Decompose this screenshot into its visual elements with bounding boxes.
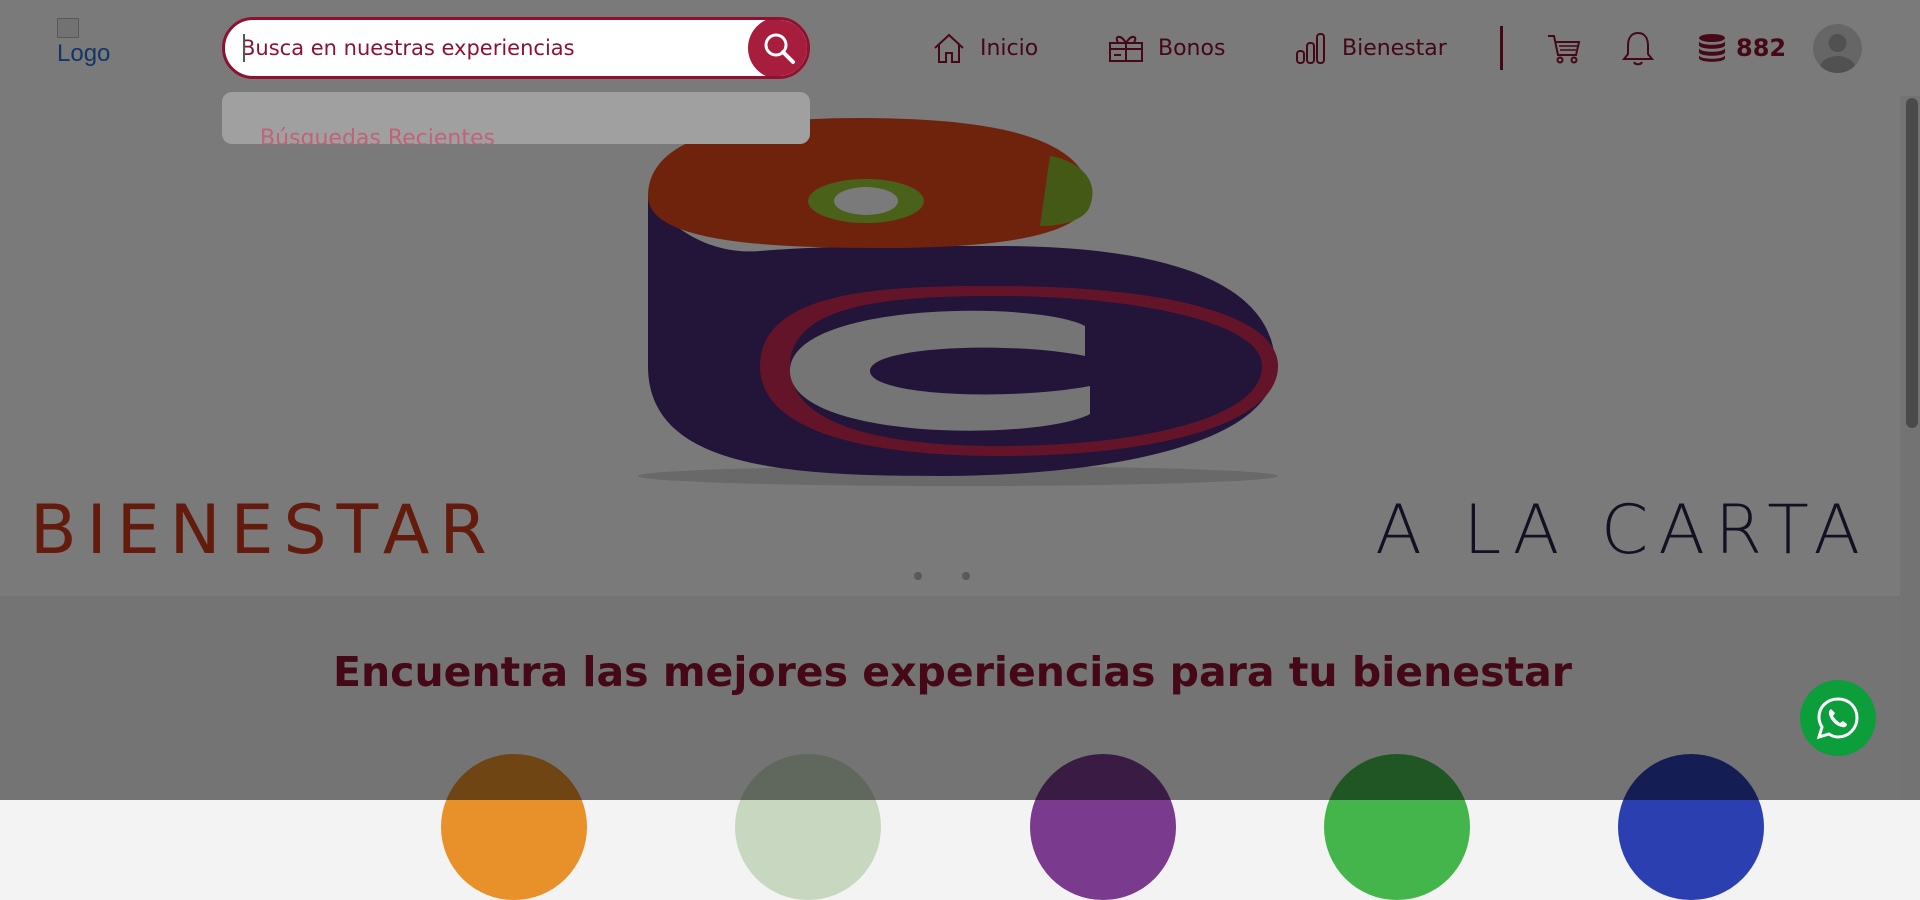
search-icon — [764, 33, 795, 64]
logo-alt-text: Logo — [57, 40, 111, 67]
cart-button[interactable] — [1544, 28, 1584, 68]
nav-inicio-label: Inicio — [980, 35, 1039, 61]
avatar-icon — [1819, 34, 1856, 73]
coins-balance[interactable]: 882 — [1696, 28, 1786, 68]
nav-inicio[interactable]: Inicio — [932, 28, 1038, 68]
bar-chart-icon — [1296, 33, 1325, 64]
recent-searches-title: Búsquedas Recientes — [260, 126, 495, 144]
nav-divider — [1500, 26, 1503, 70]
carousel-dots — [914, 572, 970, 580]
whatsapp-button[interactable] — [1800, 680, 1876, 756]
category-circle[interactable] — [1324, 754, 1470, 900]
search-input[interactable] — [241, 20, 741, 76]
hero-banner[interactable]: BIENESTAR A LA CARTA — [0, 96, 1900, 596]
category-circle[interactable] — [1618, 754, 1764, 900]
logo[interactable]: Logo — [57, 18, 137, 78]
coins-icon — [1699, 34, 1725, 62]
cart-icon — [1548, 35, 1581, 64]
home-icon — [934, 33, 964, 63]
wordmark-a-la-carta: A LA CARTA — [1375, 491, 1870, 570]
notifications-button[interactable] — [1618, 28, 1658, 68]
broken-image-icon — [57, 18, 79, 38]
scrollbar-thumb[interactable] — [1906, 98, 1918, 428]
brand-wordmark: BIENESTAR A LA CARTA — [30, 496, 1870, 566]
nav-bonos-label: Bonos — [1158, 35, 1226, 61]
search-box[interactable] — [222, 17, 810, 79]
whatsapp-icon — [1816, 697, 1859, 740]
nav-bienestar[interactable]: Bienestar — [1294, 28, 1447, 68]
bell-icon — [1621, 31, 1655, 66]
coins-value: 882 — [1736, 34, 1787, 62]
carousel-dot[interactable] — [914, 572, 922, 580]
section-title: Encuentra las mejores experiencias para … — [332, 648, 1572, 696]
nav-bienestar-label: Bienestar — [1342, 35, 1447, 61]
brand-logo-image — [638, 118, 1278, 486]
nav-bonos[interactable]: Bonos — [1108, 28, 1225, 68]
text-caret — [243, 34, 245, 62]
category-circle[interactable] — [1030, 754, 1176, 900]
category-circle[interactable] — [735, 754, 881, 900]
wordmark-bienestar: BIENESTAR — [30, 491, 497, 570]
search-button[interactable] — [748, 20, 807, 76]
carousel-dot[interactable] — [962, 572, 970, 580]
gift-card-icon — [1109, 35, 1143, 62]
search-dropdown: Búsquedas Recientes — [222, 92, 810, 144]
category-circle[interactable] — [441, 754, 587, 900]
avatar[interactable] — [1813, 24, 1862, 73]
